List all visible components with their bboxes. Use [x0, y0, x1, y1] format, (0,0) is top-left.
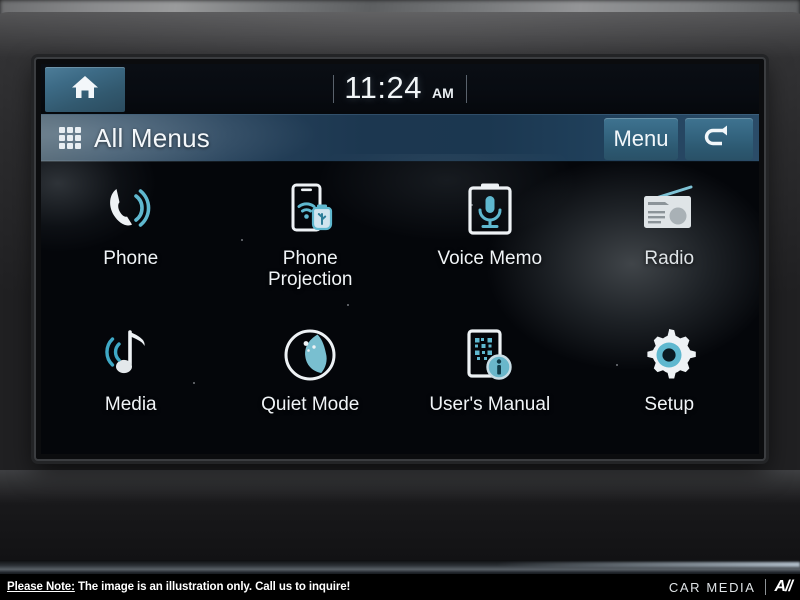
- dust-speck: [471, 204, 473, 206]
- app-label: Phone: [103, 248, 159, 269]
- status-bar: 11:24 AM: [41, 64, 759, 114]
- title-bar-actions: Menu: [604, 118, 753, 160]
- app-tile-users-manual[interactable]: User's Manual: [400, 308, 580, 454]
- app-tile-radio[interactable]: Radio: [580, 162, 760, 308]
- brand-name: CAR MEDIA: [668, 579, 756, 595]
- disclaimer-text: Please Note: The image is an illustratio…: [7, 581, 350, 593]
- app-label: User's Manual: [429, 394, 551, 415]
- menu-button-label: Menu: [613, 126, 669, 151]
- clock-time: 11:24: [344, 70, 422, 105]
- music-note-icon: [102, 324, 160, 386]
- app-label: Voice Memo: [437, 248, 543, 269]
- clock-divider-right: [465, 75, 467, 103]
- radio-icon: [639, 178, 699, 240]
- app-grid: Phone Phone Projection Voice Memo Radio …: [41, 162, 759, 454]
- clock: 11:24 AM: [41, 64, 759, 114]
- app-label: Radio: [644, 248, 695, 269]
- menu-button[interactable]: Menu: [604, 118, 678, 160]
- app-label: Phone Projection: [268, 248, 353, 290]
- gear-icon: [642, 324, 697, 386]
- app-tile-voice-memo[interactable]: Voice Memo: [400, 162, 580, 308]
- title-bar: All Menus Menu: [41, 114, 759, 163]
- dust-speck: [241, 239, 243, 241]
- screen-bezel: 11:24 AM All Menus Menu Phone Phone Proj…: [34, 57, 766, 461]
- voice-memo-icon: [464, 178, 516, 240]
- phone-projection-icon: [281, 178, 339, 240]
- disclaimer-prefix: Please Note:: [7, 581, 75, 593]
- app-tile-phone-projection[interactable]: Phone Projection: [221, 162, 401, 308]
- app-label: Setup: [644, 394, 695, 415]
- page-title: All Menus: [94, 122, 210, 153]
- brand-divider: [764, 579, 766, 595]
- infotainment-photo: 11:24 AM All Menus Menu Phone Phone Proj…: [0, 0, 800, 600]
- back-arrow-icon: [702, 124, 736, 155]
- app-tile-quiet-mode[interactable]: Quiet Mode: [221, 308, 401, 454]
- dust-speck: [616, 364, 618, 366]
- moon-icon: [283, 324, 337, 386]
- app-label: Quiet Mode: [261, 394, 360, 415]
- back-button[interactable]: [685, 118, 753, 160]
- dust-speck: [193, 382, 195, 384]
- dust-speck: [347, 304, 349, 306]
- app-tile-phone[interactable]: Phone: [41, 162, 221, 308]
- users-manual-icon: [463, 324, 517, 386]
- app-tile-setup[interactable]: Setup: [580, 308, 760, 454]
- disclaimer-body: The image is an illustration only. Call …: [74, 581, 351, 593]
- clock-period: AM: [432, 85, 454, 101]
- app-label: Media: [104, 394, 157, 415]
- phone-handset-icon: [102, 178, 160, 240]
- app-tile-media[interactable]: Media: [41, 308, 221, 454]
- brand-logo: CAR MEDIA A//: [668, 574, 793, 600]
- grid-icon: [59, 127, 81, 149]
- brand-mark: A//: [774, 578, 793, 595]
- infotainment-screen: 11:24 AM All Menus Menu Phone Phone Proj…: [41, 64, 759, 454]
- footer-note-bar: Please Note: The image is an illustratio…: [0, 574, 800, 600]
